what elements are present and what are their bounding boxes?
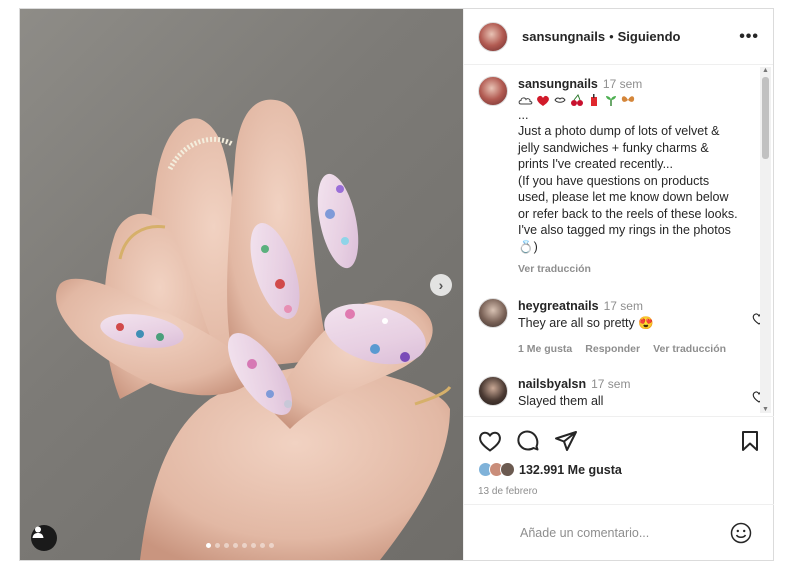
carousel-next-button[interactable]: › — [430, 274, 452, 296]
juice-icon — [591, 93, 597, 106]
carousel-dot — [251, 543, 256, 548]
comment-item: nailsbyalsn 17 sem Slayed them all — [478, 376, 766, 410]
post-caption: sansungnails 17 sem ... Just a photo dump… — [478, 76, 758, 278]
cherries-icon — [571, 93, 583, 106]
likes-count[interactable]: 132.991 Me gusta — [519, 463, 622, 477]
carousel-indicator — [206, 543, 274, 548]
author-username[interactable]: sansungnails — [522, 29, 605, 44]
comment-text: Slayed them all — [518, 394, 604, 408]
scroll-down-arrow-icon[interactable]: ▼ — [762, 406, 769, 413]
post-side-panel: sansungnails • Siguiendo ••• sansungnail… — [463, 9, 774, 560]
carousel-dot — [215, 543, 220, 548]
ring-emoji: 💍 — [518, 239, 534, 254]
post-date[interactable]: 13 de febrero — [478, 486, 760, 497]
butterfly-icon — [621, 95, 635, 102]
comment-item: heygreatnails 17 sem They are all so pret… — [478, 298, 766, 358]
cloud-icon — [518, 96, 533, 104]
carousel-dot — [260, 543, 265, 548]
share-icon[interactable] — [554, 430, 578, 452]
caption-emojis — [518, 93, 750, 107]
more-options-icon[interactable]: ••• — [739, 28, 759, 46]
liker-avatar — [500, 462, 515, 477]
carousel-dot — [269, 543, 274, 548]
comments-list[interactable]: sansungnails 17 sem ... Just a photo dump… — [464, 66, 774, 414]
post-photo[interactable]: › — [20, 9, 463, 560]
comment-time[interactable]: 17 sem — [591, 377, 630, 391]
like-heart-icon[interactable] — [478, 430, 502, 452]
caption-translate-link[interactable]: Ver traducción — [518, 261, 750, 278]
comments-scrollbar[interactable]: ▲ ▼ — [760, 67, 771, 413]
hand-nails-illustration — [56, 99, 452, 560]
tagged-users-button[interactable] — [31, 525, 57, 551]
header-separator: • — [609, 29, 614, 44]
reply-button[interactable]: Responder — [585, 341, 640, 358]
post-header: sansungnails • Siguiendo ••• — [464, 9, 773, 65]
comment-emoji: 😍 — [638, 316, 654, 330]
comment-translate-link[interactable]: Ver traducción — [653, 341, 726, 358]
save-bookmark-icon[interactable] — [740, 430, 760, 452]
carousel-dot — [206, 543, 211, 548]
carousel-dot — [233, 543, 238, 548]
sprout-icon — [606, 95, 616, 106]
carousel-dot — [242, 543, 247, 548]
comment-username[interactable]: heygreatnails — [518, 299, 599, 313]
caption-text: ... Just a photo dump of lots of velvet … — [518, 107, 738, 238]
comment-input[interactable] — [520, 525, 730, 540]
comment-text: They are all so pretty — [518, 316, 635, 330]
post-modal: › sansungnails • Siguiendo ••• sansungna… — [19, 8, 774, 561]
commenter-avatar[interactable] — [478, 298, 508, 328]
caption-close-paren: ) — [533, 239, 538, 254]
carousel-dot — [224, 543, 229, 548]
emoji-picker-icon[interactable] — [730, 522, 752, 544]
comment-time[interactable]: 17 sem — [604, 299, 643, 313]
caption-time[interactable]: 17 sem — [603, 77, 642, 91]
user-icon — [32, 526, 44, 538]
commenter-avatar[interactable] — [478, 376, 508, 406]
kiss-icon — [554, 97, 566, 103]
follow-status-button[interactable]: Siguiendo — [618, 29, 681, 44]
comment-username[interactable]: nailsbyalsn — [518, 377, 586, 391]
likes-summary[interactable]: 132.991 Me gusta — [478, 462, 760, 477]
caption-username[interactable]: sansungnails — [518, 77, 598, 91]
scrollbar-thumb[interactable] — [762, 77, 769, 159]
heart-icon — [537, 95, 549, 106]
post-actions: 132.991 Me gusta 13 de febrero — [464, 416, 774, 497]
add-comment-bar — [464, 504, 774, 560]
author-avatar[interactable] — [478, 21, 508, 52]
comment-likes-count[interactable]: 1 Me gusta — [518, 341, 572, 358]
caption-avatar[interactable] — [478, 76, 508, 106]
comment-icon[interactable] — [516, 429, 540, 453]
scroll-up-arrow-icon[interactable]: ▲ — [762, 67, 769, 74]
